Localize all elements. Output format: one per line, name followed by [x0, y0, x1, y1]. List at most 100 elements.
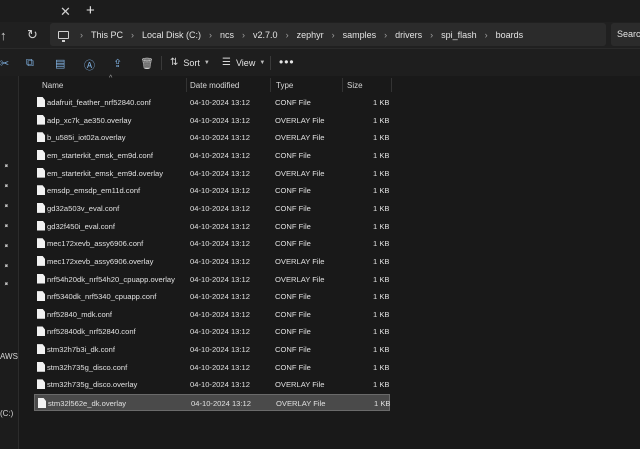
file-date-modified: 04-10-2024 13:12: [190, 186, 250, 196]
file-name: em_starterkit_emsk_em9d.conf: [47, 150, 153, 160]
breadcrumb-item[interactable]: ncs: [220, 30, 234, 40]
file-icon: [37, 238, 45, 249]
file-name: b_u585i_iot02a.overlay: [47, 133, 126, 143]
breadcrumb-item[interactable]: This PC: [91, 30, 123, 40]
file-row[interactable]: stm32h7b3i_dk.conf 04-10-2024 13:12 CONF F…: [34, 341, 390, 358]
file-row[interactable]: nrf5340dk_nrf5340_cpuapp.conf 04-10-2024 …: [34, 288, 390, 305]
column-header-type[interactable]: Type: [276, 81, 293, 90]
view-icon: ☰: [222, 57, 231, 68]
file-name: nrf52840_mdk.conf: [47, 309, 113, 319]
share-icon[interactable]: ⇪: [113, 57, 122, 70]
file-row[interactable]: adp_xc7k_ae350.overlay 04-10-2024 13:12 OV…: [34, 112, 390, 129]
chevron-right-icon[interactable]: ›: [131, 30, 134, 40]
file-name: stm32h735g_disco.conf: [47, 362, 128, 372]
column-divider[interactable]: [391, 78, 392, 92]
breadcrumb[interactable]: › This PC › Local Disk (C:) › ncs › v2.7.0 › zep…: [50, 23, 606, 46]
chevron-right-icon[interactable]: ›: [430, 30, 433, 40]
breadcrumb-item[interactable]: samples: [343, 30, 377, 40]
file-row[interactable]: nrf52840dk_nrf52840.conf 04-10-2024 13:12…: [34, 323, 390, 340]
breadcrumb-item[interactable]: v2.7.0: [253, 30, 278, 40]
chevron-right-icon[interactable]: ›: [242, 30, 245, 40]
file-date-modified: 04-10-2024 13:12: [190, 133, 250, 143]
file-row[interactable]: nrf54h20dk_nrf54h20_cpuapp.overlay 04-10-…: [34, 271, 390, 288]
paste-icon[interactable]: ▤: [55, 57, 65, 70]
file-row[interactable]: nrf52840_mdk.conf 04-10-2024 13:12 CONF Fi…: [34, 306, 390, 323]
refresh-icon[interactable]: ↻: [27, 27, 38, 43]
column-divider[interactable]: [342, 78, 343, 92]
sort-button[interactable]: ⇅ Sort ▼: [170, 57, 210, 68]
breadcrumb-item[interactable]: boards: [496, 30, 524, 40]
chevron-down-icon: ▼: [203, 59, 210, 66]
chevron-right-icon[interactable]: ›: [485, 30, 488, 40]
rename-icon[interactable]: Ⓐ: [84, 57, 95, 73]
sidebar-item-local-disk[interactable]: (C:): [0, 409, 13, 418]
delete-icon[interactable]: 🗑: [140, 57, 154, 70]
file-date-modified: 04-10-2024 13:12: [190, 309, 250, 319]
file-icon: [37, 344, 45, 355]
file-type: CONF File: [275, 327, 311, 337]
file-name: adp_xc7k_ae350.overlay: [47, 115, 132, 125]
chevron-right-icon[interactable]: ›: [80, 30, 83, 40]
file-row[interactable]: gd32f450i_eval.conf 04-10-2024 13:12 CONF …: [34, 218, 390, 235]
breadcrumb-item[interactable]: spi_flash: [441, 30, 477, 40]
file-icon: [37, 326, 45, 337]
file-icon: [37, 379, 45, 390]
search-placeholder: Search: [617, 29, 640, 39]
file-size: 1 KB: [373, 150, 390, 160]
file-row[interactable]: stm32l562e_dk.overlay 04-10-2024 13:12 OVE…: [34, 394, 390, 412]
new-tab-icon[interactable]: +: [86, 2, 95, 19]
file-icon: [38, 398, 46, 409]
column-header-size[interactable]: Size: [347, 81, 363, 90]
file-size: 1 KB: [373, 274, 390, 284]
file-row[interactable]: stm32h735g_disco.overlay 04-10-2024 13:12…: [34, 376, 390, 393]
file-size: 1 KB: [373, 292, 390, 302]
file-type: OVERLAY File: [276, 399, 326, 409]
file-name: adafruit_feather_nrf52840.conf: [47, 98, 151, 107]
column-divider[interactable]: [270, 78, 271, 92]
arrow-up-icon[interactable]: ↑: [0, 28, 7, 43]
chevron-right-icon[interactable]: ›: [384, 30, 387, 40]
column-header-name[interactable]: Name: [42, 81, 63, 90]
file-name: stm32h7b3i_dk.conf: [47, 345, 115, 355]
cut-icon[interactable]: ✂: [0, 57, 9, 70]
file-type: CONF File: [275, 221, 311, 231]
file-type: CONF File: [275, 98, 311, 107]
pin-icon: ✦: [1, 221, 11, 231]
file-row[interactable]: em_starterkit_emsk_em9d.conf 04-10-2024 1…: [34, 147, 390, 164]
file-row[interactable]: adafruit_feather_nrf52840.conf 04-10-2024…: [34, 94, 390, 111]
file-row[interactable]: mec172xevb_assy6906.conf 04-10-2024 13:12…: [34, 235, 390, 252]
view-button[interactable]: ☰ View ▼: [222, 57, 265, 68]
file-row[interactable]: em_starterkit_emsk_em9d.overlay 04-10-202…: [34, 165, 390, 182]
file-icon: [37, 132, 45, 143]
file-type: OVERLAY File: [275, 168, 325, 178]
breadcrumb-item[interactable]: Local Disk (C:): [142, 30, 201, 40]
breadcrumb-item[interactable]: drivers: [395, 30, 422, 40]
chevron-right-icon[interactable]: ›: [332, 30, 335, 40]
file-type: CONF File: [275, 292, 311, 302]
chevron-right-icon[interactable]: ›: [286, 30, 289, 40]
file-row[interactable]: emsdp_emsdp_em11d.conf 04-10-2024 13:12 CO…: [34, 182, 390, 199]
file-date-modified: 04-10-2024 13:12: [190, 345, 250, 355]
column-divider[interactable]: [186, 78, 187, 92]
file-type: CONF File: [275, 362, 311, 372]
file-size: 1 KB: [373, 168, 390, 178]
file-name: nrf5340dk_nrf5340_cpuapp.conf: [47, 292, 157, 302]
breadcrumb-item[interactable]: zephyr: [297, 30, 324, 40]
file-row[interactable]: mec172xevb_assy6906.overlay 04-10-2024 13…: [34, 253, 390, 270]
search-input[interactable]: Search: [611, 23, 640, 46]
file-icon: [37, 308, 45, 319]
file-row[interactable]: stm32h735g_disco.conf 04-10-2024 13:12 CON…: [34, 359, 390, 376]
file-size: 1 KB: [373, 362, 390, 372]
more-options-button[interactable]: •••: [279, 55, 295, 69]
file-type: OVERLAY File: [275, 380, 325, 390]
sidebar-item-aws[interactable]: AWS: [0, 352, 18, 361]
file-name: emsdp_emsdp_em11d.conf: [47, 186, 141, 196]
file-row[interactable]: b_u585i_iot02a.overlay 04-10-2024 13:12 OV…: [34, 129, 390, 146]
pin-icon: ✦: [1, 161, 11, 171]
file-date-modified: 04-10-2024 13:12: [190, 203, 250, 213]
chevron-right-icon[interactable]: ›: [209, 30, 212, 40]
close-tab-icon[interactable]: ✕: [60, 4, 71, 20]
copy-icon[interactable]: ⧉: [26, 57, 34, 70]
file-row[interactable]: gd32a503v_eval.conf 04-10-2024 13:12 CONF …: [34, 200, 390, 217]
column-header-date[interactable]: Date modified: [190, 81, 239, 90]
